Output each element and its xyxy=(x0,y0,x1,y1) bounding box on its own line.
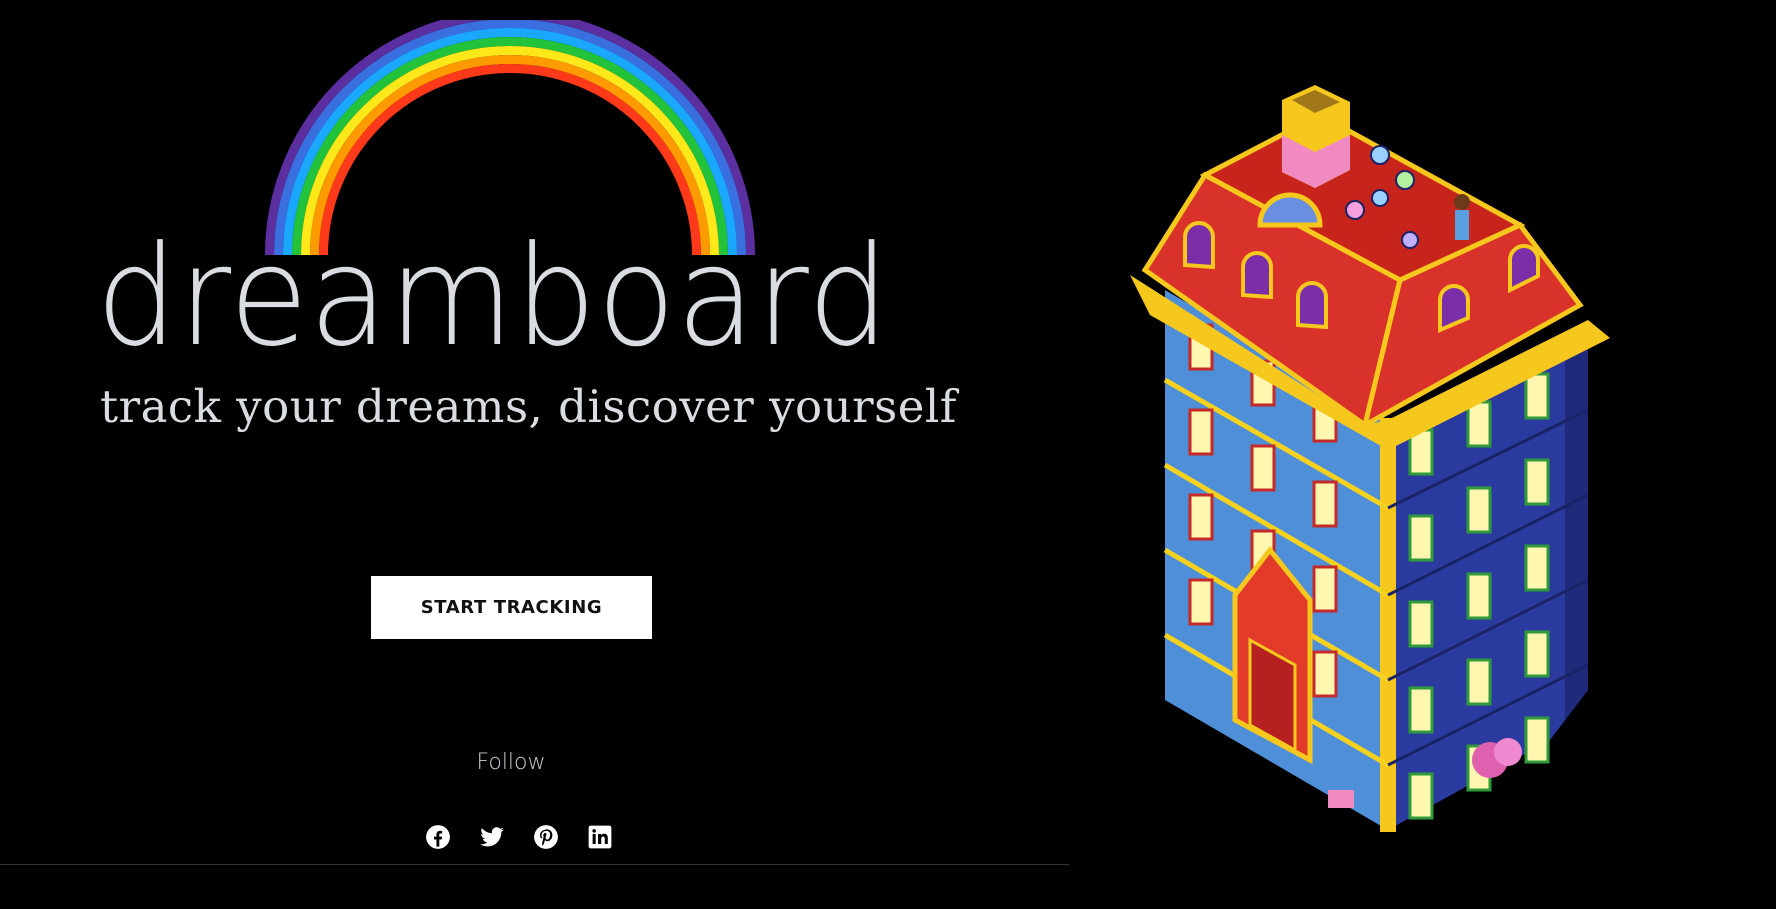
building-window xyxy=(1466,400,1492,448)
building-window xyxy=(1408,514,1434,562)
landing-page: dreamboard track your dreams, discover y… xyxy=(0,0,1776,909)
building-window xyxy=(1466,658,1492,706)
building-window xyxy=(1524,544,1550,592)
building-window xyxy=(1466,572,1492,620)
facebook-link[interactable] xyxy=(425,824,451,850)
linkedin-icon xyxy=(588,825,612,849)
building-window xyxy=(1312,480,1338,528)
building-window xyxy=(1312,650,1338,698)
building-window xyxy=(1188,578,1214,626)
building-window xyxy=(1524,716,1550,764)
logo-wordmark: dreamboard xyxy=(96,216,890,377)
building-window xyxy=(1188,408,1214,456)
building-window xyxy=(1408,772,1434,820)
twitter-icon xyxy=(480,827,504,847)
pinterest-link[interactable] xyxy=(533,824,559,850)
building-window xyxy=(1188,493,1214,541)
facebook-icon xyxy=(426,825,450,849)
building-window xyxy=(1250,444,1276,492)
start-tracking-button[interactable]: START TRACKING xyxy=(371,576,652,639)
pinterest-icon xyxy=(534,825,558,849)
building-window xyxy=(1524,372,1550,420)
twitter-link[interactable] xyxy=(479,824,505,850)
building-window xyxy=(1408,600,1434,648)
building-window xyxy=(1312,565,1338,613)
bottom-divider xyxy=(0,864,1069,865)
tagline: track your dreams, discover yourself xyxy=(100,380,957,433)
building-window xyxy=(1408,686,1434,734)
dream-hotel-illustration xyxy=(1130,85,1610,832)
building-window xyxy=(1524,458,1550,506)
follow-label: Follow xyxy=(476,750,546,775)
building-window xyxy=(1524,630,1550,678)
linkedin-link[interactable] xyxy=(587,824,613,850)
building-window xyxy=(1466,486,1492,534)
